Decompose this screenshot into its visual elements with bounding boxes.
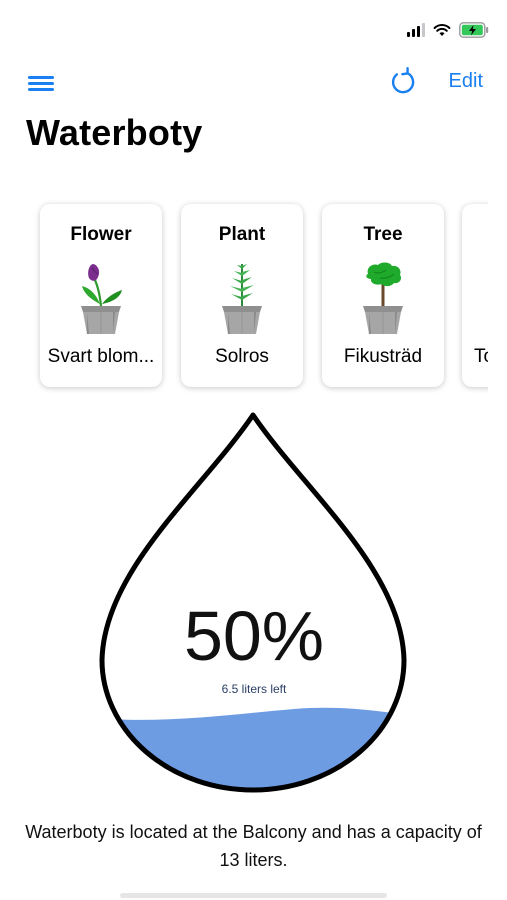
location-capacity-description: Waterboty is located at the Balcony and … <box>25 822 482 870</box>
plant-name-label: Fikusträd <box>343 346 423 367</box>
water-percent-label: 50% <box>183 597 325 675</box>
home-indicator <box>120 893 387 898</box>
plant-type-label: Flower <box>70 224 132 245</box>
status-bar <box>407 18 489 42</box>
plant-name-label: Solros <box>215 346 269 367</box>
plant-carousel[interactable]: Flower Svart blom... Plant Solros Tree F… <box>0 192 488 402</box>
page-title: Waterboty <box>26 112 203 153</box>
plant-card-plant[interactable]: Plant Solros <box>181 204 303 387</box>
app-screen: Edit Waterboty Flower Svart blom... Plan… <box>0 0 507 900</box>
plant-name-label: To <box>474 346 488 367</box>
edit-button[interactable]: Edit <box>449 70 483 93</box>
battery-charging-icon <box>459 22 489 38</box>
hamburger-menu-icon[interactable] <box>26 70 56 94</box>
sprout-pot-icon <box>222 264 262 334</box>
liters-left-label: 6.5 liters left <box>221 682 287 696</box>
cellular-signal-icon <box>407 23 425 37</box>
refresh-icon[interactable] <box>388 66 418 98</box>
navigation-bar: Edit <box>0 62 507 102</box>
plant-type-label: Plant <box>218 224 266 245</box>
water-level-drop: 50% 6.5 liters left <box>94 410 414 794</box>
plant-name-label: Svart blom... <box>47 346 155 367</box>
plant-card-flower[interactable]: Flower Svart blom... <box>40 204 162 387</box>
plant-card-partial[interactable]: To <box>462 204 488 387</box>
tree-pot-icon <box>363 262 403 334</box>
plant-card-tree[interactable]: Tree Fikusträd <box>322 204 444 387</box>
tulip-pot-icon <box>81 264 122 334</box>
plant-type-label: Tree <box>363 224 403 245</box>
wifi-icon <box>433 24 451 36</box>
